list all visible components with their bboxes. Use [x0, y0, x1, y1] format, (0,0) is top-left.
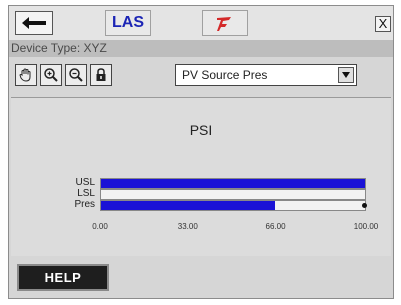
bar-fill-pres	[101, 201, 276, 210]
toolbar: PV Source Pres	[9, 57, 393, 97]
device-type-label: Device Type: XYZ	[9, 40, 393, 57]
zoom-in-button[interactable]	[40, 64, 62, 86]
dropdown-button[interactable]	[338, 67, 354, 83]
bar-label-usl: USL	[75, 177, 95, 188]
chart-area: PSI USL LSL Pres 0.00 33.00 66.00 100.00	[11, 97, 391, 256]
x-tick-label: 0.00	[92, 222, 108, 231]
bottom-bar: HELP	[9, 256, 393, 298]
pv-source-select[interactable]: PV Source Pres	[175, 64, 357, 86]
zoom-out-icon	[69, 68, 83, 82]
chart-title: PSI	[189, 122, 213, 138]
hart-logo-icon	[217, 17, 231, 31]
chevron-down-icon	[342, 72, 350, 78]
lock-button[interactable]	[90, 64, 112, 86]
x-tick-label: 66.00	[265, 222, 286, 231]
arrow-left-icon	[22, 17, 46, 29]
bar-label-pres: Pres	[74, 199, 95, 210]
zoom-in-icon	[44, 68, 58, 82]
lock-icon	[96, 68, 106, 81]
close-button[interactable]: X	[375, 16, 391, 32]
las-button[interactable]: LAS	[105, 10, 151, 36]
x-tick-label: 33.00	[177, 222, 198, 231]
app-window: LAS X Device Type: XYZ PV Source Pres PS…	[8, 5, 394, 299]
bar-fill-usl	[101, 179, 365, 188]
bar-label-lsl: LSL	[77, 188, 95, 199]
pres-marker	[362, 203, 367, 208]
back-button[interactable]	[15, 11, 53, 35]
hart-button[interactable]	[202, 10, 248, 36]
hand-pan-icon	[19, 68, 31, 82]
bar-usl	[100, 178, 366, 189]
pv-source-select-value: PV Source Pres	[182, 68, 268, 82]
bar-lsl	[100, 189, 366, 200]
help-button[interactable]: HELP	[17, 264, 109, 291]
zoom-out-button[interactable]	[65, 64, 87, 86]
x-tick-label: 100.00	[353, 222, 379, 231]
pan-button[interactable]	[15, 64, 37, 86]
title-bar: LAS X	[9, 6, 393, 40]
bar-pres	[100, 200, 366, 211]
